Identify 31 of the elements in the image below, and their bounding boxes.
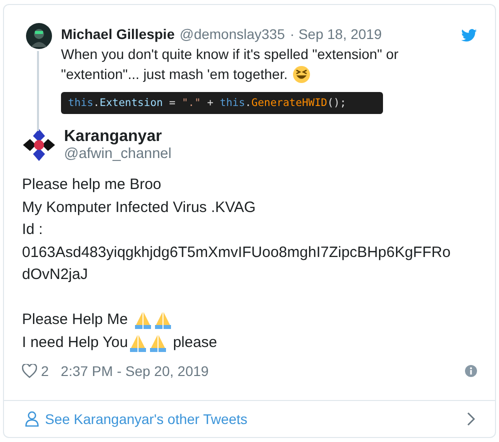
tweet-text: Please Help Me [22,310,128,330]
avatar-icon [26,23,52,49]
author-handle: @demonslay335 [180,26,285,42]
tweet-date: · Sep 18, 2019 [290,26,382,42]
laughing-emoji-icon [292,66,310,82]
chevron-right-icon[interactable] [467,412,475,426]
praying-hands-icon [132,310,153,330]
tweet-text: I need Help You [22,332,128,352]
author-name: Karanganyar [64,128,163,146]
bird-logo-icon [461,29,477,42]
person-icon [25,411,39,427]
tweet-text: Id : [22,220,43,240]
tweet-text: When you don't quite know if it's spelled "extension" or [61,45,398,64]
tweet-timestamp[interactable]: 2:37 PM - Sep 20, 2019 [60,363,209,379]
tweet-text: please [172,332,218,352]
praying-hands-icon [128,332,148,353]
praying-hands-icon [148,332,168,353]
author-handle: @afwin_channel [64,146,172,162]
code-snippet: this.Extentsion = "." + this.GenerateHWID(); [61,92,383,114]
tweet-text: dOvN2jaJ [22,265,88,285]
tweet-text: My Komputer Infected Virus .KVAG [22,198,256,218]
tweet-text: 0163Asd483yiqgkhjdg6T5mXmvIFUoo8mghI7ZipcBHp6KgFFRo [22,242,451,262]
logo-avatar-icon [22,128,56,162]
other-tweets-link[interactable]: See Karanganyar's other Tweets [45,411,461,427]
tweet-text: "extention"... just mash 'em together. [61,65,288,84]
tweet-text: Please help me Broo [22,175,162,195]
author-name: Michael Gillespie [61,26,175,42]
like-count: 2 [41,363,49,379]
info-icon[interactable] [465,365,477,377]
praying-hands-icon [152,310,173,330]
heart-icon[interactable] [22,364,37,378]
